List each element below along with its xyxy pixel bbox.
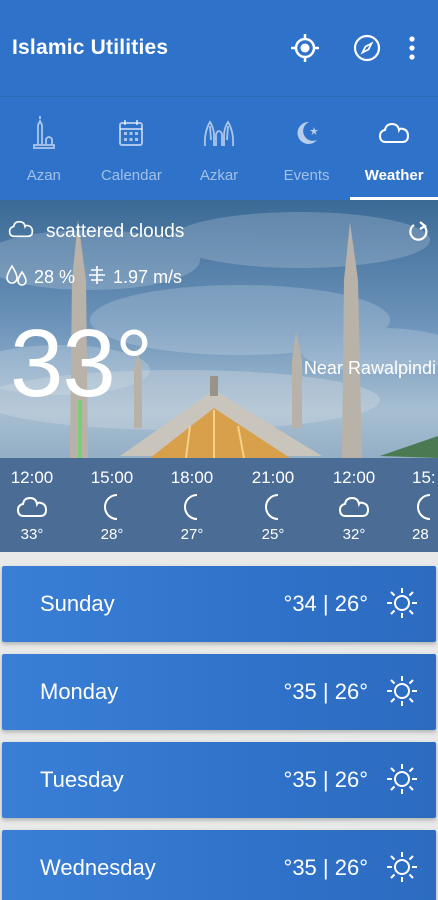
praying-hands-icon	[202, 115, 236, 151]
moon-icon	[260, 488, 286, 526]
moon-icon	[412, 488, 438, 526]
hourly-time: 12:00	[10, 468, 54, 487]
gps-icon[interactable]	[274, 24, 336, 72]
sun-icon	[386, 587, 418, 624]
temp-range: °34 | 26°	[283, 591, 368, 616]
moon-icon	[179, 488, 205, 526]
minaret-icon	[30, 115, 58, 151]
tab-label: Azkar	[199, 167, 239, 184]
app-bar: Islamic Utilities	[0, 0, 438, 96]
cloud-icon	[8, 218, 34, 246]
current-weather-panel: scattered clouds 28 % 1.97 m/s 33° Near …	[0, 200, 438, 552]
location-label: Near Rawalpindi	[303, 358, 436, 378]
day-name: Monday	[40, 679, 119, 704]
wind-value: 1.97 m/s	[113, 267, 183, 287]
daily-item[interactable]: Tuesday °35 | 26°	[2, 742, 436, 818]
hourly-temp: 33°	[20, 526, 44, 543]
app-title: Islamic Utilities	[12, 36, 169, 59]
hourly-item: 12:00 32°	[324, 468, 384, 543]
moon-icon	[99, 488, 125, 526]
hourly-time: 15:00	[90, 468, 134, 487]
hourly-time: 15:	[412, 468, 436, 487]
sun-icon	[386, 851, 418, 888]
cloud-icon	[338, 488, 370, 526]
cloud-icon	[378, 115, 410, 151]
temp-range: °35 | 26°	[283, 855, 368, 880]
current-temperature: 33°	[10, 310, 153, 417]
tab-azan[interactable]: Azan	[0, 97, 88, 200]
tab-bar: Azan Calendar Azkar Events Weather	[0, 96, 438, 200]
hourly-temp: 28°	[100, 526, 124, 543]
daily-forecast-list: Sunday °34 | 26° Monday °35 | 26° Tuesda…	[0, 552, 438, 900]
hourly-temp: 32°	[342, 526, 366, 543]
hourly-temp: 25°	[261, 526, 285, 543]
tab-label: Azan	[26, 167, 61, 184]
hourly-forecast[interactable]: 12:00 33° 15:00 28° 18:00 27° 21:00 25° …	[0, 458, 438, 552]
crescent-star-icon	[293, 115, 321, 151]
hourly-time: 21:00	[251, 468, 295, 487]
hourly-temp: 27°	[180, 526, 204, 543]
hourly-time: 18:00	[170, 468, 214, 487]
humidity-value: 28 %	[34, 267, 76, 287]
temp-range: °35 | 26°	[283, 767, 368, 792]
condition-row: scattered clouds	[8, 218, 184, 246]
tab-label: Weather	[364, 167, 424, 184]
hourly-item: 15:00 28°	[82, 468, 142, 543]
cloud-icon	[16, 488, 48, 526]
hourly-item: 12:00 33°	[2, 468, 62, 543]
calendar-icon	[117, 115, 145, 151]
refresh-icon[interactable]	[406, 220, 430, 249]
tab-azkar[interactable]: Azkar	[175, 97, 263, 200]
compass-icon[interactable]	[336, 24, 398, 72]
daily-item[interactable]: Monday °35 | 26°	[2, 654, 436, 730]
tab-label: Events	[283, 167, 330, 184]
condition-text: scattered clouds	[46, 221, 185, 242]
day-name: Tuesday	[40, 767, 124, 792]
sun-icon	[386, 675, 418, 712]
day-name: Wednesday	[40, 855, 156, 880]
hourly-item: 18:00 27°	[162, 468, 222, 543]
tab-label: Calendar	[100, 167, 162, 184]
sun-icon	[386, 763, 418, 800]
tab-calendar[interactable]: Calendar	[88, 97, 176, 200]
daily-item[interactable]: Wednesday °35 | 26°	[2, 830, 436, 900]
metrics-row: 28 % 1.97 m/s	[6, 262, 194, 293]
temp-range: °35 | 26°	[283, 679, 368, 704]
hourly-item: 21:00 25°	[243, 468, 303, 543]
more-vert-icon[interactable]	[398, 24, 426, 72]
tab-weather[interactable]: Weather	[350, 97, 438, 200]
hourly-time: 12:00	[332, 468, 376, 487]
hourly-item: 15: 28	[404, 468, 438, 543]
daily-item[interactable]: Sunday °34 | 26°	[2, 566, 436, 642]
tab-events[interactable]: Events	[263, 97, 351, 200]
humidity-icon	[6, 262, 28, 293]
day-name: Sunday	[40, 591, 115, 616]
hourly-temp: 28	[412, 526, 429, 543]
wind-icon	[87, 264, 107, 291]
